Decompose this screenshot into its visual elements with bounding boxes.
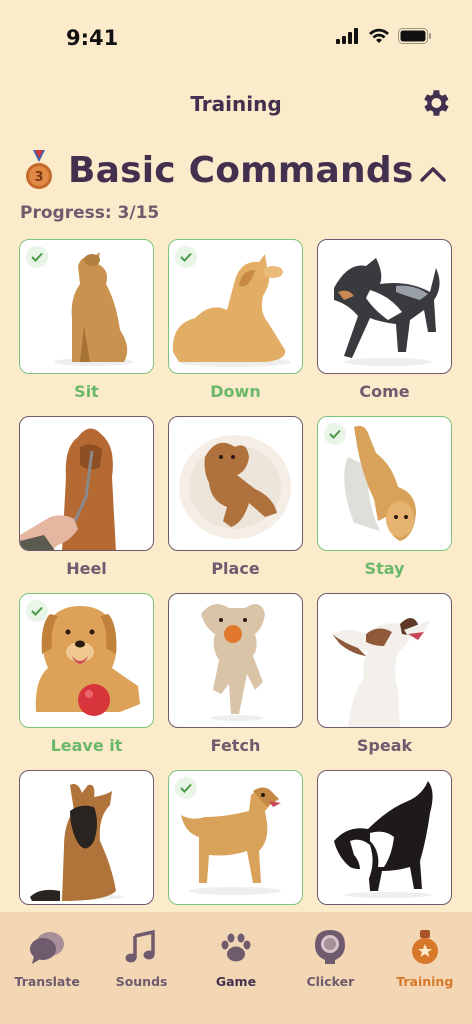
battery-icon [398, 28, 431, 44]
page-title: Training [190, 92, 282, 116]
command-label: Down [210, 382, 261, 401]
check-icon [175, 246, 197, 268]
whistle-icon [411, 930, 438, 964]
command-photo [19, 239, 154, 374]
command-card[interactable]: Fetch [168, 593, 303, 770]
tab-label: Training [396, 974, 454, 989]
command-card[interactable]: Heel [19, 416, 154, 593]
section-title: Basic Commands [68, 150, 414, 191]
tab-translate[interactable]: Translate [2, 928, 92, 1024]
dog-barking-image [332, 618, 430, 727]
status-icons [336, 28, 432, 44]
wifi-icon [369, 28, 389, 43]
check-icon [175, 777, 197, 799]
command-photo [317, 593, 452, 728]
tab-bar: Translate Sounds Game Clicker Training [0, 912, 472, 1024]
chevron-up-icon[interactable] [418, 162, 448, 186]
tab-label: Sounds [115, 974, 168, 989]
medal-number: 3 [34, 170, 43, 185]
header: Training [0, 78, 472, 132]
command-photo [19, 593, 154, 728]
bronze-medal-icon: 3 [26, 150, 52, 189]
chat-bubbles-icon [30, 932, 65, 964]
check-icon [26, 600, 48, 622]
german-shepherd-image [30, 784, 124, 901]
command-label: Come [359, 382, 410, 401]
tab-label: Translate [14, 974, 80, 989]
command-card[interactable]: Down [168, 239, 303, 416]
tab-sounds[interactable]: Sounds [97, 928, 187, 1024]
check-icon [26, 246, 48, 268]
cellular-signal-icon [336, 28, 358, 44]
command-photo [317, 416, 452, 551]
section-header[interactable]: 3 Basic Commands [20, 148, 452, 204]
dog-on-bed-image [179, 435, 291, 539]
gear-icon[interactable] [418, 86, 452, 120]
command-card[interactable]: Come [317, 239, 452, 416]
tab-game[interactable]: Game [191, 928, 281, 1024]
command-photo [168, 239, 303, 374]
command-label: Heel [66, 559, 107, 578]
command-label: Place [211, 559, 260, 578]
command-card[interactable]: Stay [317, 416, 452, 593]
command-card[interactable]: Place [168, 416, 303, 593]
command-label: Stay [364, 559, 405, 578]
command-card[interactable]: Speak [317, 593, 452, 770]
command-photo [168, 770, 303, 905]
border-collie-image [334, 781, 433, 898]
check-icon [324, 423, 346, 445]
command-photo [168, 416, 303, 551]
status-time: 9:41 [66, 26, 119, 50]
progress-text: Progress: 3/15 [20, 203, 160, 223]
tab-clicker[interactable]: Clicker [285, 928, 375, 1024]
dog-walking-image [334, 258, 440, 366]
status-bar: 9:41 [0, 0, 472, 78]
command-photo [19, 416, 154, 551]
music-notes-icon [125, 929, 155, 963]
command-label: Fetch [210, 736, 261, 755]
tab-training[interactable]: Training [380, 928, 470, 1024]
dog-fetch-image [201, 604, 265, 721]
command-label: Leave it [50, 736, 123, 755]
clicker-icon [315, 930, 346, 964]
command-card[interactable]: Leave it [19, 593, 154, 770]
paw-icon [221, 933, 251, 962]
tab-label: Game [215, 974, 257, 989]
command-photo [19, 770, 154, 905]
command-card[interactable]: Sit [19, 239, 154, 416]
command-photo [317, 770, 452, 905]
dog-heel-leash-image [20, 428, 116, 550]
command-photo [317, 239, 452, 374]
commands-grid: Sit Down Come Heel Place Stay Leave it F… [19, 239, 453, 947]
command-photo [168, 593, 303, 728]
command-label: Sit [74, 382, 99, 401]
tab-label: Clicker [306, 974, 355, 989]
command-label: Speak [356, 736, 413, 755]
